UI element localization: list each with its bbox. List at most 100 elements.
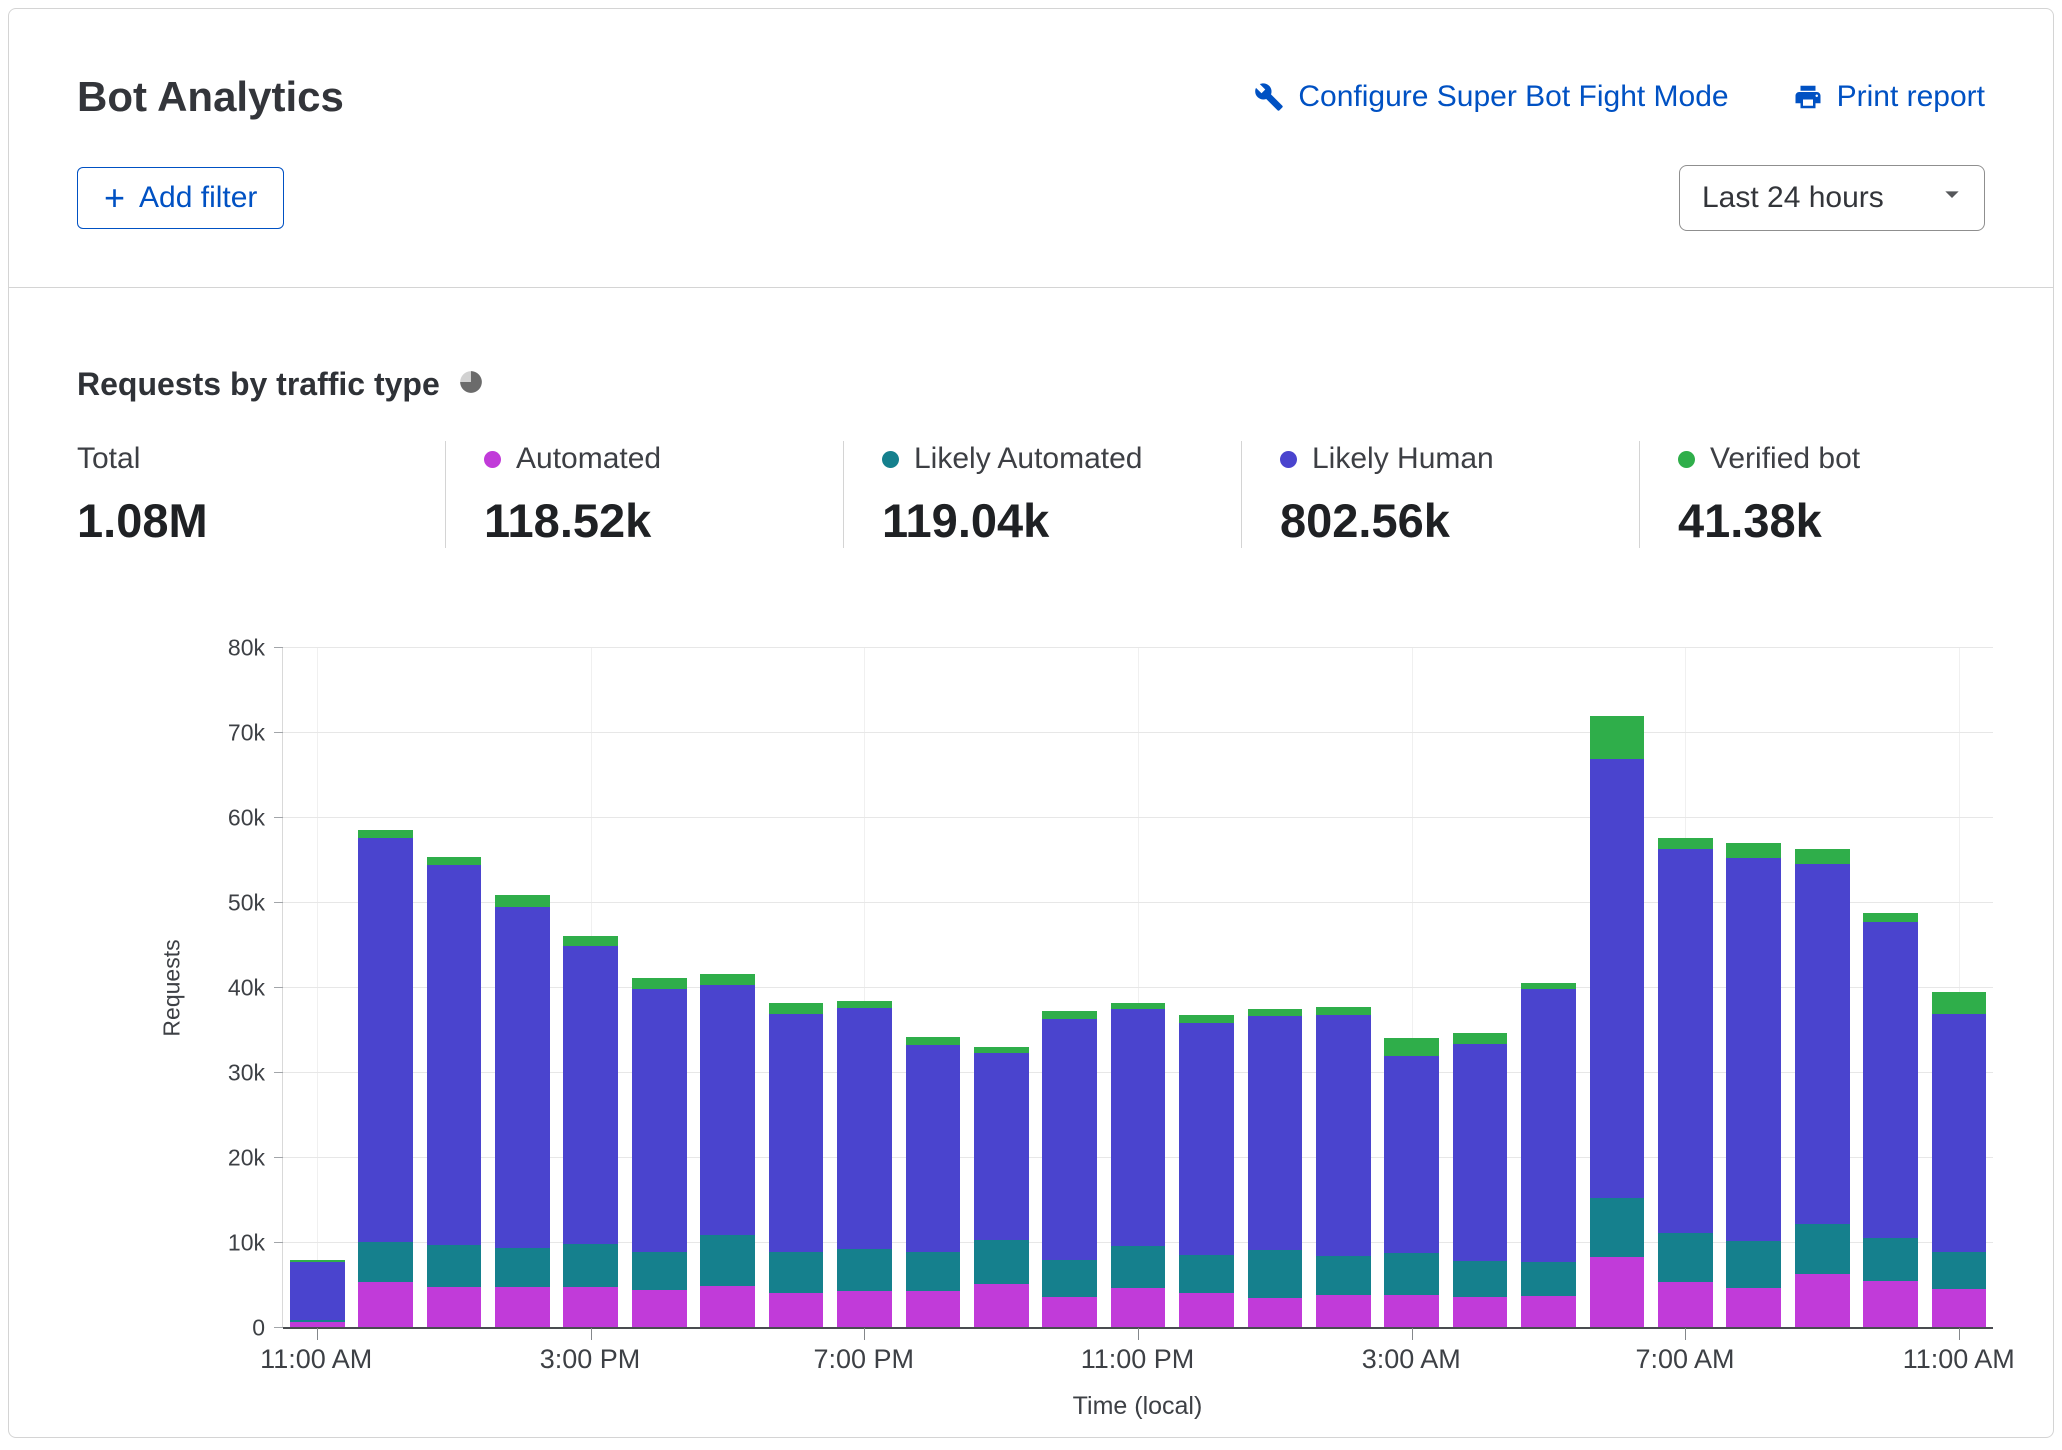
bar-segment-likely-automated[interactable] — [1453, 1261, 1508, 1298]
bar-segment-verified-bot[interactable] — [1863, 913, 1918, 922]
bar-segment-verified-bot[interactable] — [427, 857, 482, 865]
bar-segment-likely-automated[interactable] — [1795, 1224, 1850, 1274]
stacked-bar[interactable] — [974, 648, 1029, 1328]
bar-segment-automated[interactable] — [1042, 1297, 1097, 1328]
bar-segment-likely-automated[interactable] — [358, 1242, 413, 1282]
bar-segment-likely-human[interactable] — [1384, 1056, 1439, 1253]
bar-segment-likely-automated[interactable] — [1521, 1262, 1576, 1296]
stacked-bar[interactable] — [1248, 648, 1303, 1328]
bar-segment-automated[interactable] — [427, 1287, 482, 1328]
bar-segment-verified-bot[interactable] — [837, 1001, 892, 1009]
bar-segment-automated[interactable] — [1111, 1288, 1166, 1328]
bar-segment-likely-human[interactable] — [290, 1262, 345, 1320]
bar-segment-likely-human[interactable] — [1179, 1023, 1234, 1255]
bar-segment-automated[interactable] — [1248, 1298, 1303, 1328]
bar-segment-likely-automated[interactable] — [1042, 1260, 1097, 1297]
bar-segment-verified-bot[interactable] — [1795, 849, 1850, 863]
stacked-bar[interactable] — [1726, 648, 1781, 1328]
bar-segment-likely-human[interactable] — [1248, 1016, 1303, 1250]
bar-segment-likely-automated[interactable] — [632, 1252, 687, 1289]
bar-segment-likely-human[interactable] — [700, 985, 755, 1236]
print-report-link[interactable]: Print report — [1793, 80, 1985, 114]
bar-segment-automated[interactable] — [1932, 1289, 1987, 1328]
bar-segment-automated[interactable] — [1726, 1288, 1781, 1328]
bar-segment-automated[interactable] — [1316, 1295, 1371, 1328]
stacked-bar[interactable] — [700, 648, 755, 1328]
bar-segment-likely-human[interactable] — [563, 946, 618, 1244]
bar-segment-likely-human[interactable] — [1932, 1014, 1987, 1253]
bar-segment-likely-human[interactable] — [769, 1014, 824, 1252]
bar-segment-likely-automated[interactable] — [563, 1244, 618, 1287]
bar-segment-likely-automated[interactable] — [1658, 1233, 1713, 1282]
stat-likely-automated[interactable]: Likely Automated 119.04k — [843, 441, 1241, 548]
stacked-bar[interactable] — [1658, 648, 1713, 1328]
bar-segment-verified-bot[interactable] — [1179, 1015, 1234, 1023]
bar-segment-likely-human[interactable] — [1795, 864, 1850, 1224]
bar-segment-likely-automated[interactable] — [700, 1235, 755, 1286]
bar-segment-likely-human[interactable] — [1042, 1019, 1097, 1260]
stacked-bar[interactable] — [906, 648, 961, 1328]
stacked-bar[interactable] — [1863, 648, 1918, 1328]
bar-segment-likely-automated[interactable] — [906, 1252, 961, 1292]
add-filter-button[interactable]: + Add filter — [77, 167, 284, 229]
bar-segment-likely-human[interactable] — [358, 838, 413, 1242]
bar-segment-verified-bot[interactable] — [563, 936, 618, 945]
bar-segment-verified-bot[interactable] — [906, 1037, 961, 1045]
stat-verified-bot[interactable]: Verified bot 41.38k — [1639, 441, 1890, 548]
bar-segment-likely-human[interactable] — [906, 1045, 961, 1252]
bar-segment-automated[interactable] — [1863, 1281, 1918, 1328]
bar-segment-likely-automated[interactable] — [837, 1249, 892, 1291]
stacked-bar[interactable] — [1590, 648, 1645, 1328]
bar-segment-automated[interactable] — [974, 1284, 1029, 1328]
configure-super-bot-fight-mode-link[interactable]: Configure Super Bot Fight Mode — [1254, 80, 1728, 114]
bar-segment-automated[interactable] — [632, 1290, 687, 1328]
bar-segment-likely-human[interactable] — [1316, 1015, 1371, 1256]
bar-segment-verified-bot[interactable] — [700, 974, 755, 984]
bar-segment-likely-human[interactable] — [632, 989, 687, 1253]
bar-segment-automated[interactable] — [1590, 1257, 1645, 1328]
bar-segment-automated[interactable] — [563, 1287, 618, 1328]
bar-segment-verified-bot[interactable] — [358, 830, 413, 839]
bar-segment-automated[interactable] — [1179, 1293, 1234, 1328]
bar-segment-likely-human[interactable] — [1658, 849, 1713, 1232]
stat-likely-human[interactable]: Likely Human 802.56k — [1241, 441, 1639, 548]
stacked-bar[interactable] — [1384, 648, 1439, 1328]
bar-segment-automated[interactable] — [1453, 1297, 1508, 1328]
stacked-bar[interactable] — [563, 648, 618, 1328]
bar-segment-verified-bot[interactable] — [1042, 1011, 1097, 1019]
bar-segment-likely-automated[interactable] — [495, 1248, 550, 1287]
bar-segment-likely-human[interactable] — [1726, 858, 1781, 1241]
bar-segment-likely-automated[interactable] — [1726, 1241, 1781, 1288]
bar-segment-automated[interactable] — [700, 1286, 755, 1328]
bar-segment-likely-human[interactable] — [1111, 1009, 1166, 1245]
bar-segment-likely-automated[interactable] — [769, 1252, 824, 1294]
stacked-bar[interactable] — [1795, 648, 1850, 1328]
bar-segment-automated[interactable] — [1384, 1295, 1439, 1328]
bar-segment-verified-bot[interactable] — [1932, 992, 1987, 1013]
stat-automated[interactable]: Automated 118.52k — [445, 441, 843, 548]
stacked-bar[interactable] — [769, 648, 824, 1328]
bar-segment-likely-human[interactable] — [1453, 1044, 1508, 1261]
bar-segment-verified-bot[interactable] — [1316, 1007, 1371, 1016]
stacked-bar[interactable] — [495, 648, 550, 1328]
bar-segment-automated[interactable] — [495, 1287, 550, 1328]
stacked-bar[interactable] — [632, 648, 687, 1328]
stacked-bar[interactable] — [290, 648, 345, 1328]
bar-segment-automated[interactable] — [906, 1291, 961, 1328]
bar-segment-likely-human[interactable] — [1863, 922, 1918, 1238]
bar-segment-verified-bot[interactable] — [495, 895, 550, 907]
stacked-bar[interactable] — [1453, 648, 1508, 1328]
stacked-bar[interactable] — [1521, 648, 1576, 1328]
bar-segment-verified-bot[interactable] — [1590, 716, 1645, 759]
bar-segment-verified-bot[interactable] — [1248, 1009, 1303, 1016]
stacked-bar[interactable] — [837, 648, 892, 1328]
bar-segment-verified-bot[interactable] — [632, 978, 687, 989]
bar-segment-likely-automated[interactable] — [427, 1245, 482, 1288]
bar-segment-likely-human[interactable] — [1590, 759, 1645, 1198]
bar-segment-verified-bot[interactable] — [1453, 1033, 1508, 1044]
bar-segment-automated[interactable] — [1658, 1282, 1713, 1328]
bar-segment-automated[interactable] — [769, 1293, 824, 1328]
bar-segment-verified-bot[interactable] — [769, 1003, 824, 1013]
stacked-bar[interactable] — [1932, 648, 1987, 1328]
bar-segment-likely-human[interactable] — [974, 1053, 1029, 1241]
